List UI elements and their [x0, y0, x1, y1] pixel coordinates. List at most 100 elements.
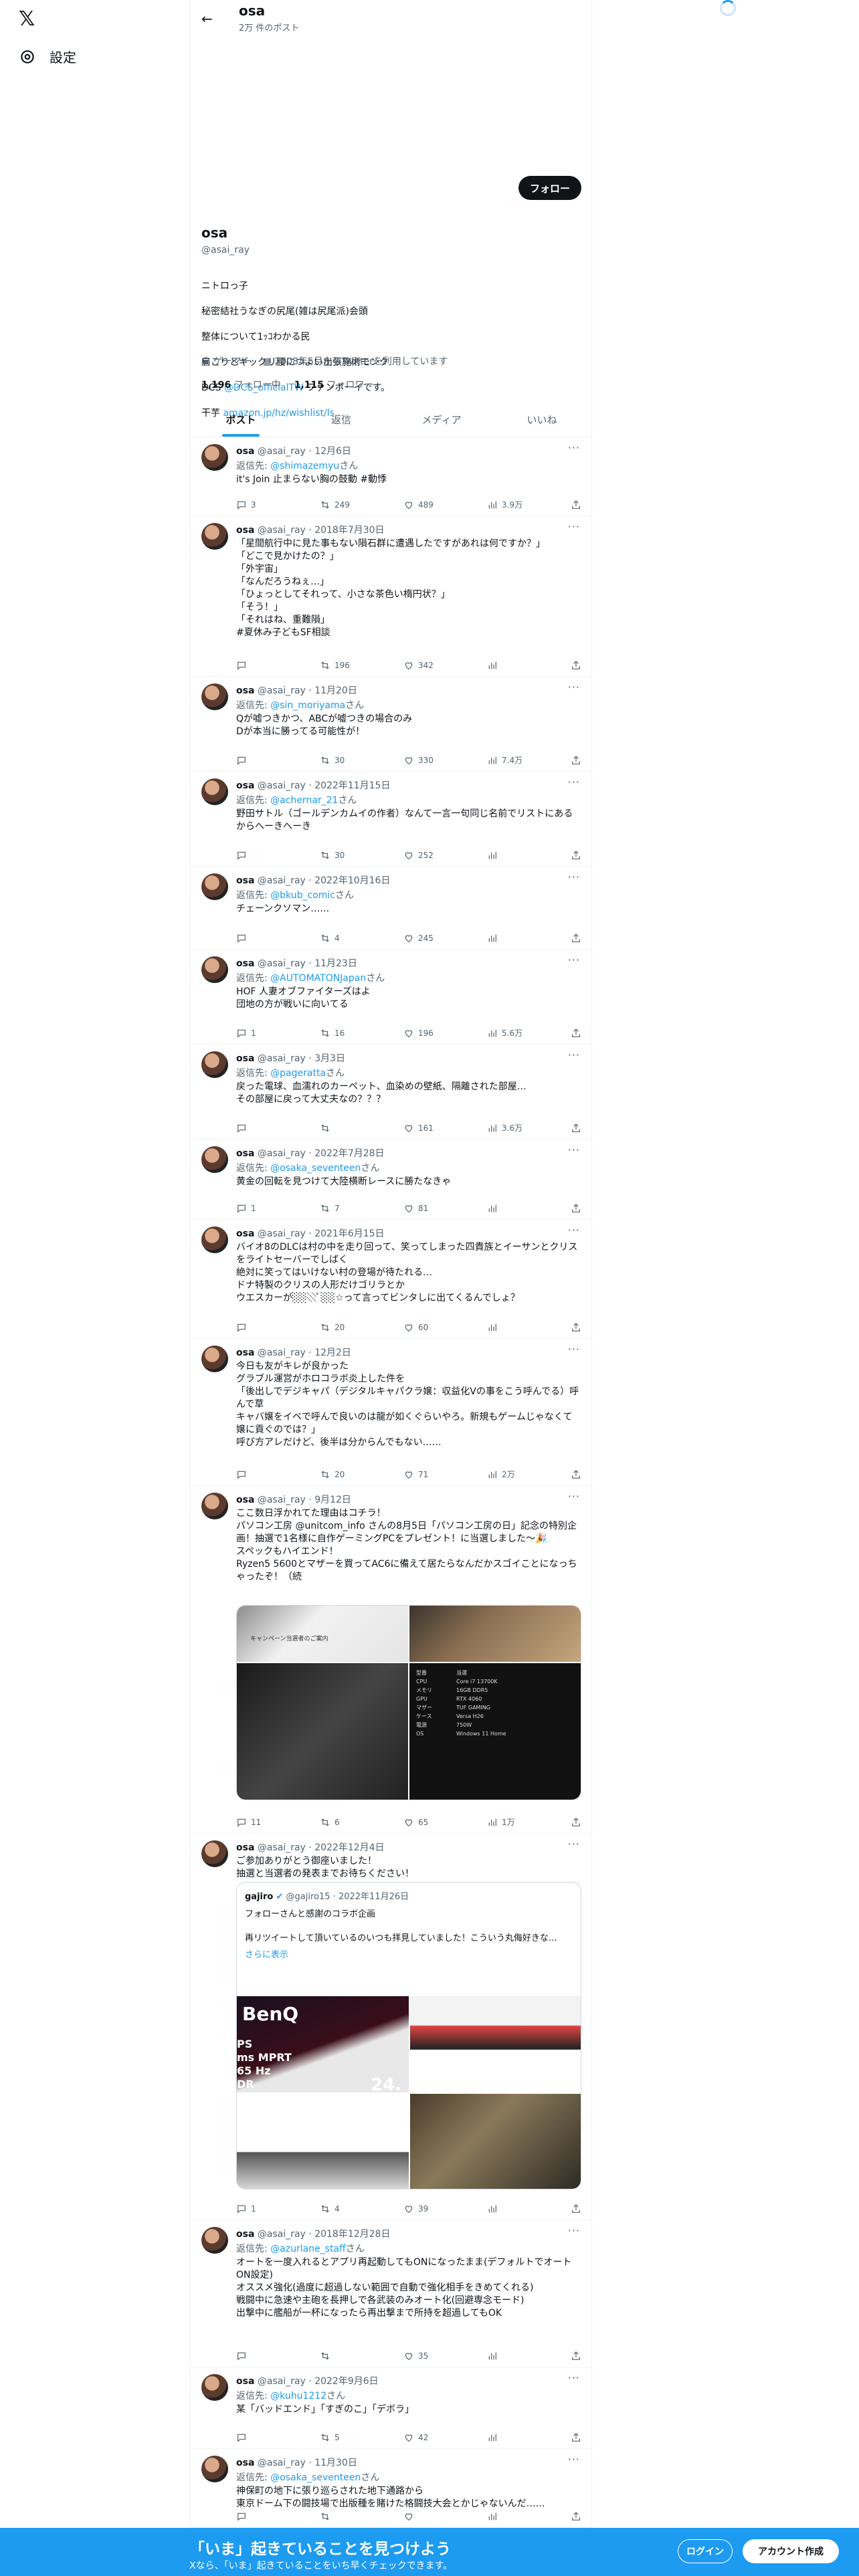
like-button[interactable]: 35: [403, 2351, 444, 2361]
avatar[interactable]: [201, 1346, 228, 1372]
retweet-button[interactable]: 7: [320, 1203, 360, 1214]
avatar[interactable]: [201, 1051, 228, 1078]
reply-button[interactable]: 11: [236, 1816, 276, 1828]
benq-banner[interactable]: BenQ PS ms MPRT 65 Hz DR 24.: [237, 1996, 409, 2095]
back-arrow-icon[interactable]: ←: [201, 11, 213, 27]
views-button[interactable]: [487, 660, 527, 671]
share-button[interactable]: [571, 850, 581, 861]
retweet-button[interactable]: 20: [320, 1322, 360, 1333]
share-button[interactable]: [571, 1203, 581, 1214]
tab-media[interactable]: メディア: [391, 403, 492, 437]
author-handle[interactable]: @asai_ray: [258, 1148, 306, 1159]
reply-to-link[interactable]: @AUTOMATONJapan: [270, 973, 366, 984]
like-button[interactable]: 252: [403, 850, 444, 861]
reply-to-link[interactable]: @achernar_21: [270, 795, 338, 806]
signup-button[interactable]: アカウント作成: [743, 2539, 839, 2563]
like-button[interactable]: 65: [403, 1816, 444, 1828]
views-button[interactable]: [487, 1203, 527, 1214]
avatar[interactable]: [201, 2227, 228, 2254]
monitor-photo[interactable]: [410, 1996, 581, 2092]
tweet-date[interactable]: 12月2日: [314, 1348, 351, 1358]
share-button[interactable]: [571, 1816, 581, 1828]
share-button[interactable]: [571, 2351, 581, 2361]
tweet-date[interactable]: 12月6日: [314, 446, 351, 457]
x-logo-icon[interactable]: 𝕏: [19, 9, 39, 29]
reply-to-link[interactable]: @sin_moriyama: [270, 700, 345, 711]
media-spec-sheet[interactable]: 型番 当選 CPU Core i7 13700K メモリ 16GB DDR5 GPU RTX …: [409, 1663, 581, 1800]
tab-replies[interactable]: 返信: [291, 403, 391, 437]
reply-button[interactable]: [236, 1322, 276, 1333]
views-button[interactable]: [487, 2432, 527, 2443]
reply-to-link[interactable]: @azurlane_staff: [270, 2244, 346, 2254]
tweet[interactable]: ··· osa @asai_ray · 2018年12月28日 返信先: @az…: [191, 2220, 592, 2367]
tweet[interactable]: ··· osa @asai_ray · 2021年6月15日 バイオ8のDLCは…: [191, 1220, 592, 1339]
author-name[interactable]: osa: [236, 2376, 254, 2387]
reply-button[interactable]: [236, 1469, 276, 1480]
views-button[interactable]: [487, 933, 527, 944]
reply-to-link[interactable]: @osaka_seventeen: [270, 1163, 361, 1174]
tweet[interactable]: ··· osa @asai_ray · 2022年7月28日 返信先: @osa…: [191, 1140, 592, 1220]
author-handle[interactable]: @asai_ray: [258, 1228, 306, 1239]
tweet[interactable]: ··· osa @asai_ray · 2022年10月16日 返信先: @bk…: [191, 867, 592, 950]
tweet-date[interactable]: 2022年12月4日: [314, 1842, 384, 1853]
retweet-button[interactable]: 30: [320, 754, 360, 766]
author-name[interactable]: osa: [236, 2458, 254, 2468]
share-button[interactable]: [571, 1322, 581, 1333]
author-handle[interactable]: @asai_ray: [258, 875, 306, 886]
share-button[interactable]: [571, 1027, 581, 1039]
share-button[interactable]: [571, 499, 581, 510]
reply-button[interactable]: [236, 754, 276, 766]
retweet-button[interactable]: 6: [320, 1816, 360, 1828]
retweet-button[interactable]: 196: [320, 660, 360, 671]
tweet-date[interactable]: 9月12日: [314, 1495, 351, 1505]
retweet-button[interactable]: 4: [320, 2204, 360, 2214]
tweet[interactable]: ··· osa @asai_ray · 2018年7月30日 「星間航行中に見た…: [191, 516, 592, 677]
avatar[interactable]: [201, 444, 228, 471]
author-handle[interactable]: @asai_ray: [258, 446, 306, 457]
reply-to-link[interactable]: @bkub_comic: [270, 890, 335, 901]
media-photo-paper[interactable]: キャンペーン当選者のご案内: [237, 1606, 408, 1662]
author-name[interactable]: osa: [236, 2229, 254, 2240]
reply-button[interactable]: [236, 850, 276, 861]
follow-button[interactable]: フォロー: [518, 176, 581, 200]
author-name[interactable]: osa: [236, 446, 254, 457]
tweet-date[interactable]: 11月23日: [314, 958, 357, 969]
show-more-link[interactable]: さらに表示: [237, 1945, 581, 1963]
reply-button[interactable]: [236, 660, 276, 671]
like-button[interactable]: 245: [403, 933, 444, 944]
share-button[interactable]: [571, 1122, 581, 1134]
author-handle[interactable]: @asai_ray: [258, 1495, 306, 1505]
avatar[interactable]: [201, 2456, 228, 2482]
reply-button[interactable]: 1: [236, 2204, 276, 2214]
views-button[interactable]: [487, 1322, 527, 1333]
quoted-tweet[interactable]: gajiro ✔ @gajiro15 · 2022年11月26日 フォローさんと…: [236, 1882, 581, 2189]
like-button[interactable]: 60: [403, 1322, 444, 1333]
share-button[interactable]: [571, 2511, 581, 2522]
tweet[interactable]: ··· osa @asai_ray · 11月20日 返信先: @sin_mor…: [191, 677, 592, 772]
author-name[interactable]: osa: [236, 1053, 254, 1064]
monitor-desk-photo[interactable]: [237, 2094, 409, 2189]
tweet[interactable]: ··· osa @asai_ray · 12月6日 返信先: @shimazem…: [191, 437, 592, 516]
game-screen-photo[interactable]: [410, 2094, 581, 2189]
views-button[interactable]: [487, 2204, 527, 2214]
tab-likes[interactable]: いいね: [492, 403, 592, 437]
author-name[interactable]: osa: [236, 1148, 254, 1159]
views-button[interactable]: [487, 2511, 527, 2522]
share-button[interactable]: [571, 660, 581, 671]
reply-button[interactable]: [236, 2511, 276, 2522]
tweet-date[interactable]: 2022年9月6日: [314, 2376, 378, 2387]
share-button[interactable]: [571, 933, 581, 944]
share-button[interactable]: [571, 2432, 581, 2443]
avatar[interactable]: [201, 683, 228, 710]
retweet-button[interactable]: 16: [320, 1027, 360, 1039]
views-button[interactable]: 1万: [487, 1816, 527, 1828]
avatar[interactable]: [201, 1146, 228, 1173]
views-button[interactable]: [487, 850, 527, 861]
avatar[interactable]: [201, 778, 228, 805]
retweet-button[interactable]: [320, 2511, 360, 2522]
views-button[interactable]: 2万: [487, 1469, 527, 1480]
tweet[interactable]: ··· osa @asai_ray · 9月12日 ここ数日浮かれてた理由はコチ…: [191, 1486, 592, 1834]
tweet-date[interactable]: 2018年12月28日: [314, 2229, 390, 2240]
tweet[interactable]: ··· osa @asai_ray · 2022年12月4日 ご参加ありがとう御…: [191, 1834, 592, 2220]
retweet-button[interactable]: 30: [320, 850, 360, 861]
